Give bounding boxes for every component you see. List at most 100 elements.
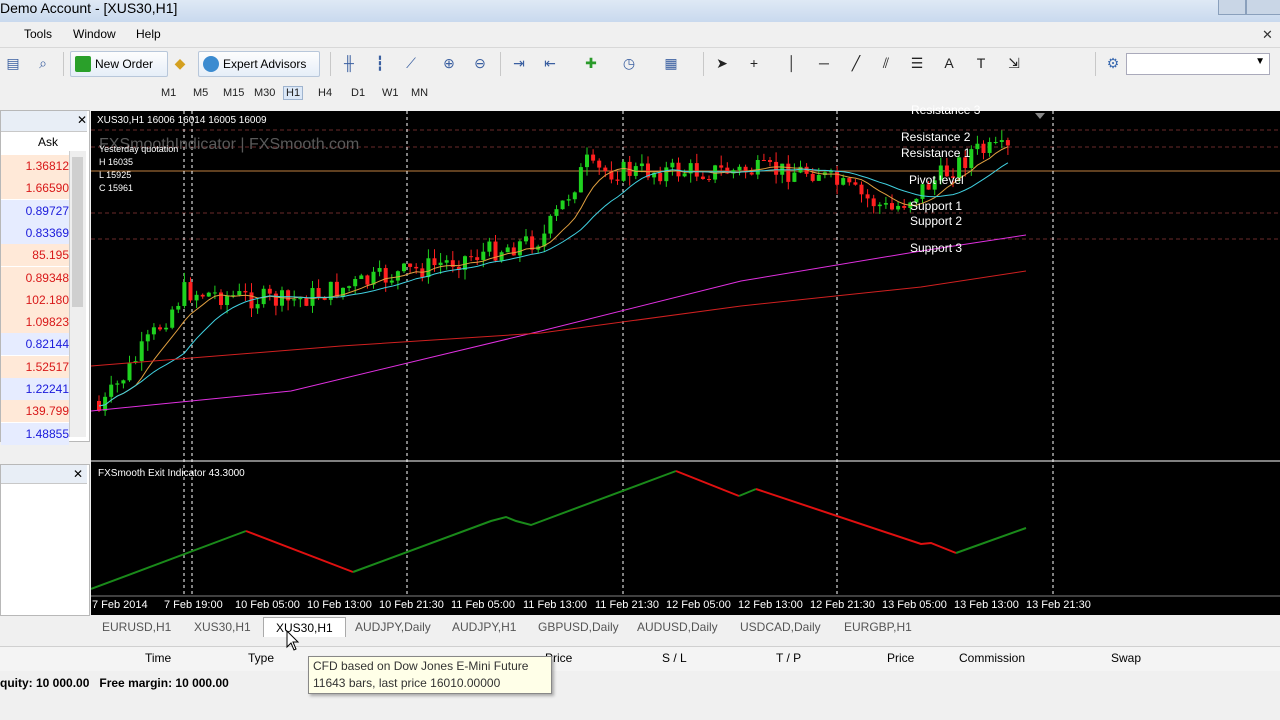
candle-body	[761, 160, 766, 162]
tf-m1[interactable]: M1	[161, 87, 176, 99]
exit-indicator-line	[755, 488, 957, 554]
bar-chart-icon[interactable]: ╫	[340, 55, 358, 71]
candle-body	[408, 263, 413, 267]
market-watch-row[interactable]: 0.83369	[1, 221, 69, 244]
candle-body	[475, 257, 480, 260]
candle-body	[670, 162, 675, 168]
tab-5[interactable]: GBPUSD,Daily	[538, 620, 619, 634]
close-icon[interactable]: ✕	[1262, 27, 1278, 43]
zoom-in-icon[interactable]: ⊕	[440, 55, 458, 71]
scrollbar[interactable]	[69, 151, 86, 437]
tab-1[interactable]: XUS30,H1	[194, 620, 251, 634]
menu-window[interactable]: Window	[73, 27, 116, 41]
market-watch-row[interactable]: 1.36812	[1, 155, 69, 177]
exit-indicator-line	[955, 527, 1027, 554]
col-swap[interactable]: Swap	[1111, 651, 1141, 665]
tf-h4[interactable]: H4	[318, 87, 332, 99]
window-icon[interactable]: ▤	[4, 55, 22, 71]
tab-3[interactable]: AUDJPY,Daily	[355, 620, 431, 634]
candle-body	[298, 297, 303, 300]
tab-4[interactable]: AUDJPY,H1	[452, 620, 516, 634]
market-watch-row[interactable]: 1.48855	[1, 422, 69, 445]
arrows-icon[interactable]: ⇲	[1005, 55, 1023, 71]
templates-icon[interactable]: ▦	[662, 55, 680, 71]
tab-0[interactable]: EURUSD,H1	[102, 620, 171, 634]
candlestick-icon[interactable]: ┇	[371, 55, 389, 71]
indicator-label: FXSmooth Exit Indicator 43.3000	[98, 468, 245, 479]
market-watch-row[interactable]: 0.82144	[1, 333, 69, 356]
tf-mn[interactable]: MN	[411, 87, 428, 99]
autoscroll-icon[interactable]: ⇤	[541, 55, 559, 71]
trendline-icon[interactable]: ╱	[847, 55, 865, 71]
market-watch-row[interactable]: 1.52517	[1, 355, 69, 378]
candle-body	[810, 173, 815, 181]
search-input[interactable]: ▼	[1126, 53, 1270, 75]
market-watch-row[interactable]: 1.66590	[1, 177, 69, 200]
tab-2[interactable]: XUS30,H1	[263, 617, 346, 637]
col-time[interactable]: Time	[145, 651, 171, 665]
new-order-button[interactable]: New Order	[70, 51, 168, 77]
fibonacci-icon[interactable]: ☰	[908, 55, 926, 71]
tf-m5[interactable]: M5	[193, 87, 208, 99]
minimize-button[interactable]	[1218, 0, 1246, 15]
tab-7[interactable]: USDCAD,Daily	[740, 620, 821, 634]
market-watch-row[interactable]: 1.09823	[1, 311, 69, 334]
expert-advisors-button[interactable]: Expert Advisors	[198, 51, 320, 77]
candle-body	[438, 262, 443, 266]
zoom-window-icon[interactable]: ⌕	[34, 55, 52, 71]
candle-body	[517, 241, 522, 256]
x-axis-label: 11 Feb 13:00	[523, 599, 588, 611]
col-type[interactable]: Type	[248, 651, 274, 665]
vertical-line-icon[interactable]: │	[783, 55, 801, 71]
market-watch-row[interactable]: 102.180	[1, 288, 69, 311]
price-chart[interactable]: XUS30,H1 16006 16014 16005 16009 FXSmoot…	[91, 103, 1280, 615]
chart-shift-icon[interactable]: ⇥	[510, 55, 528, 71]
col-tp[interactable]: T / P	[776, 651, 801, 665]
settings-gear-icon[interactable]: ⚙	[1104, 55, 1122, 71]
menu-tools[interactable]: Tools	[24, 27, 52, 41]
equidistant-channel-icon[interactable]: ⫽	[877, 55, 895, 71]
tab-6[interactable]: AUDUSD,Daily	[637, 620, 718, 634]
market-watch-row[interactable]: 85.195	[1, 244, 69, 267]
expert-icon[interactable]: ◆	[171, 55, 189, 71]
candle-body	[639, 163, 644, 167]
tf-w1[interactable]: W1	[382, 87, 399, 99]
indicators-icon[interactable]: ✚	[582, 55, 600, 71]
market-watch-row[interactable]: 139.799	[1, 400, 69, 423]
chevron-down-icon[interactable]: ▼	[1255, 56, 1265, 67]
zoom-out-icon[interactable]: ⊖	[471, 55, 489, 71]
candle-body	[395, 271, 400, 281]
candle-body	[511, 247, 516, 256]
candle-body	[139, 341, 144, 362]
close-icon[interactable]: ✕	[73, 467, 83, 481]
tooltip-line-2: 11643 bars, last price 16010.00000	[313, 676, 501, 690]
col-price-2[interactable]: Price	[887, 651, 914, 665]
horizontal-line-icon[interactable]: ─	[815, 55, 833, 71]
maximize-button[interactable]	[1246, 0, 1280, 15]
text-icon[interactable]: A	[940, 55, 958, 71]
market-watch-row[interactable]: 0.89727	[1, 199, 69, 222]
col-sl[interactable]: S / L	[662, 651, 687, 665]
col-commission[interactable]: Commission	[959, 651, 1025, 665]
close-icon[interactable]: ✕	[77, 113, 87, 127]
tf-d1[interactable]: D1	[351, 87, 365, 99]
tf-m15[interactable]: M15	[223, 87, 244, 99]
market-watch-row[interactable]: 0.89348	[1, 266, 69, 289]
periods-icon[interactable]: ◷	[620, 55, 638, 71]
yesterday-label: Yesterday quotation	[99, 144, 179, 154]
cursor-icon[interactable]: ➤	[713, 55, 731, 71]
crosshair-icon[interactable]: +	[745, 55, 763, 71]
line-chart-icon[interactable]: ⟋	[402, 55, 420, 71]
tf-h1[interactable]: H1	[283, 86, 304, 100]
candle-body	[707, 179, 711, 181]
menu-help[interactable]: Help	[136, 27, 161, 41]
tf-m30[interactable]: M30	[254, 87, 275, 99]
candle-body	[359, 275, 364, 280]
candle-body	[389, 280, 394, 283]
candle-body	[481, 251, 486, 260]
scroll-marker-icon	[1035, 113, 1045, 119]
tab-8[interactable]: EURGBP,H1	[844, 620, 912, 634]
candle-body	[469, 256, 474, 258]
text-label-icon[interactable]: T	[972, 55, 990, 71]
market-watch-row[interactable]: 1.22241	[1, 378, 69, 400]
